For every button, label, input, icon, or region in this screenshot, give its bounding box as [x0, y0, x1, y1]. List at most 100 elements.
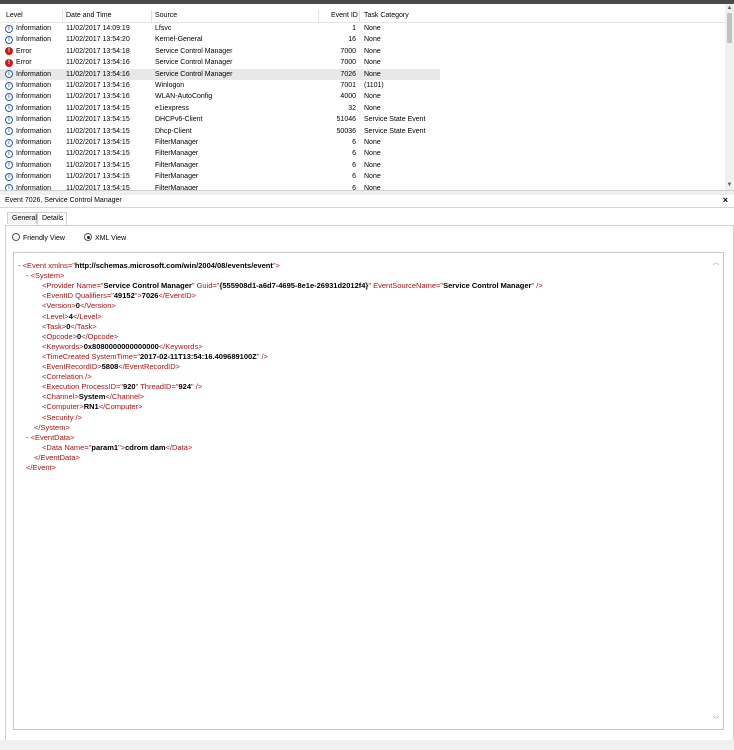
table-row[interactable]: ! Error 11/02/2017 13:54:18 Service Control…	[0, 46, 440, 57]
cell-id: 32	[348, 104, 356, 112]
cell-task: Service State Event	[364, 116, 426, 124]
table-row[interactable]: i Information 11/02/2017 13:54:15 e1iexpres…	[0, 103, 440, 114]
table-row[interactable]: ! Error 11/02/2017 13:54:16 Service Control…	[0, 57, 440, 68]
column-separator[interactable]	[151, 10, 152, 22]
event-list[interactable]: Level Date and Time Source Event ID Task…	[0, 4, 734, 190]
column-separator[interactable]	[62, 10, 63, 22]
chevron-up-icon[interactable]: ︿	[711, 257, 721, 267]
info-icon: i	[5, 92, 13, 101]
xml-token: 5808	[101, 362, 119, 371]
chevron-down-icon[interactable]: ﹀	[711, 715, 721, 725]
column-separator[interactable]	[318, 10, 319, 22]
xml-token: </Task>	[70, 321, 97, 331]
xml-token: ="	[132, 351, 140, 361]
scroll-up-icon[interactable]: ▲	[725, 4, 734, 13]
cell-date: 11/02/2017 13:54:20	[66, 36, 130, 44]
cell-source: Service Control Manager	[155, 59, 233, 67]
xml-token: 49152	[113, 291, 135, 301]
xml-view-radio[interactable]: XML View	[84, 233, 126, 242]
cell-id: 6	[352, 139, 356, 146]
friendly-view-radio[interactable]: Friendly View	[12, 233, 65, 242]
cell-id: 16	[348, 36, 356, 44]
xml-scrollbar[interactable]: ︿ ﹀	[711, 257, 721, 725]
table-row[interactable]: i Information 11/02/2017 13:54:15 FilterMan…	[0, 171, 440, 182]
cell-level: Information	[16, 104, 52, 112]
xml-line: </Event>	[26, 463, 56, 473]
xml-line: <EventRecordID>5808</EventRecordID>	[42, 362, 180, 372]
xml-line: <TimeCreated SystemTime="2017-02-11T13:5…	[42, 352, 268, 362]
cell-level: Information	[16, 70, 52, 78]
tab-general[interactable]: General	[7, 212, 37, 224]
xml-token: Service Control Manager	[443, 281, 532, 291]
xml-view-label: XML View	[95, 235, 127, 242]
column-level[interactable]: Level	[6, 12, 23, 19]
column-separator[interactable]	[359, 10, 360, 22]
cell-level: Error	[16, 59, 32, 67]
close-icon[interactable]: ×	[723, 195, 728, 205]
radio-circle-selected	[84, 233, 92, 241]
info-icon: i	[5, 104, 13, 113]
xml-token: <Execution	[42, 382, 82, 392]
cell-level: Information	[16, 116, 52, 124]
cell-source: FilterManager	[155, 150, 199, 158]
info-icon: i	[5, 70, 13, 79]
xml-token: Name	[76, 281, 97, 291]
xml-token: </System>	[34, 422, 70, 432]
xml-token: <Correlation />	[42, 372, 92, 382]
cell-task: None	[364, 47, 381, 55]
cell-id: 7000	[340, 59, 356, 67]
table-row[interactable]: i Information 11/02/2017 13:54:20 Kernel-Ge…	[0, 34, 440, 45]
xml-line: <Provider Name="Service Control Manager"…	[42, 281, 543, 291]
table-row[interactable]: i Information 11/02/2017 13:54:16 WLAN-Auto…	[0, 91, 440, 102]
xml-token: ">	[272, 261, 280, 270]
table-row[interactable]: i Information 11/02/2017 13:54:15 FilterMan…	[0, 160, 440, 171]
cell-source: Kernel-General	[155, 36, 203, 44]
info-icon: i	[5, 35, 13, 44]
column-task-category[interactable]: Task Category	[364, 12, 409, 19]
column-event-id[interactable]: Event ID	[331, 12, 358, 19]
xml-token: <Security />	[42, 412, 83, 422]
xml-token: </Data>	[165, 442, 193, 452]
cell-task: None	[364, 36, 381, 44]
scroll-thumb[interactable]	[727, 13, 732, 43]
cell-level: Information	[16, 139, 52, 146]
table-row[interactable]: i Information 11/02/2017 13:54:15 Dhcp-Clie…	[0, 126, 440, 137]
xml-token: <Data	[42, 442, 65, 452]
error-icon: !	[5, 58, 13, 67]
table-row[interactable]: i Information 11/02/2017 14:09:19 Lfsvc 1 Non…	[0, 23, 440, 34]
cell-level: Information	[16, 150, 52, 158]
cell-date: 11/02/2017 13:54:15	[66, 150, 130, 158]
xml-token: <Event	[22, 261, 49, 270]
cell-date: 11/02/2017 13:54:15	[66, 116, 130, 124]
xml-token: <Keywords>	[42, 341, 84, 351]
xml-line: </System>	[34, 423, 70, 433]
event-list-scrollbar[interactable]: ▲ ▼	[725, 4, 734, 190]
column-date[interactable]: Date and Time	[66, 12, 112, 19]
cell-date: 11/02/2017 13:54:15	[66, 173, 130, 181]
table-row[interactable]: i Information 11/02/2017 13:54:16 Winlogon 7…	[0, 80, 440, 91]
column-source[interactable]: Source	[155, 12, 177, 19]
tab-details[interactable]: Details	[37, 212, 67, 225]
table-row[interactable]: i Information 11/02/2017 13:54:16 Service C…	[0, 68, 440, 80]
xml-line: <Version>0</Version>	[42, 301, 116, 311]
xml-token: 7026	[141, 291, 159, 301]
xml-token: ">	[134, 291, 142, 301]
xml-token: <EventData>	[30, 432, 75, 442]
xml-token: ThreadID	[140, 382, 172, 392]
status-strip	[0, 740, 734, 750]
scroll-down-icon[interactable]: ▼	[725, 181, 734, 190]
table-row[interactable]: i Information 11/02/2017 13:54:15 DHCPv6-Cl…	[0, 114, 440, 125]
cell-source: Winlogon	[155, 82, 185, 89]
table-row[interactable]: i Information 11/02/2017 13:54:15 FilterMan…	[0, 183, 440, 190]
cell-task: None	[364, 150, 381, 158]
cell-date: 11/02/2017 13:54:15	[66, 161, 130, 169]
cell-id: 6	[352, 161, 356, 169]
table-row[interactable]: i Information 11/02/2017 13:54:15 FilterMan…	[0, 137, 440, 148]
xml-token: Qualifiers	[75, 291, 107, 301]
cell-id: 7026	[340, 70, 356, 78]
xml-token: Service Control Manager	[103, 281, 192, 291]
xml-view[interactable]: ︿ ﹀ - <Event xmlns="http://schemas.micro…	[13, 252, 724, 730]
table-row[interactable]: i Information 11/02/2017 13:54:15 FilterMan…	[0, 148, 440, 159]
cell-date: 11/02/2017 13:54:16	[66, 59, 130, 67]
xml-line: </EventData>	[34, 453, 80, 463]
